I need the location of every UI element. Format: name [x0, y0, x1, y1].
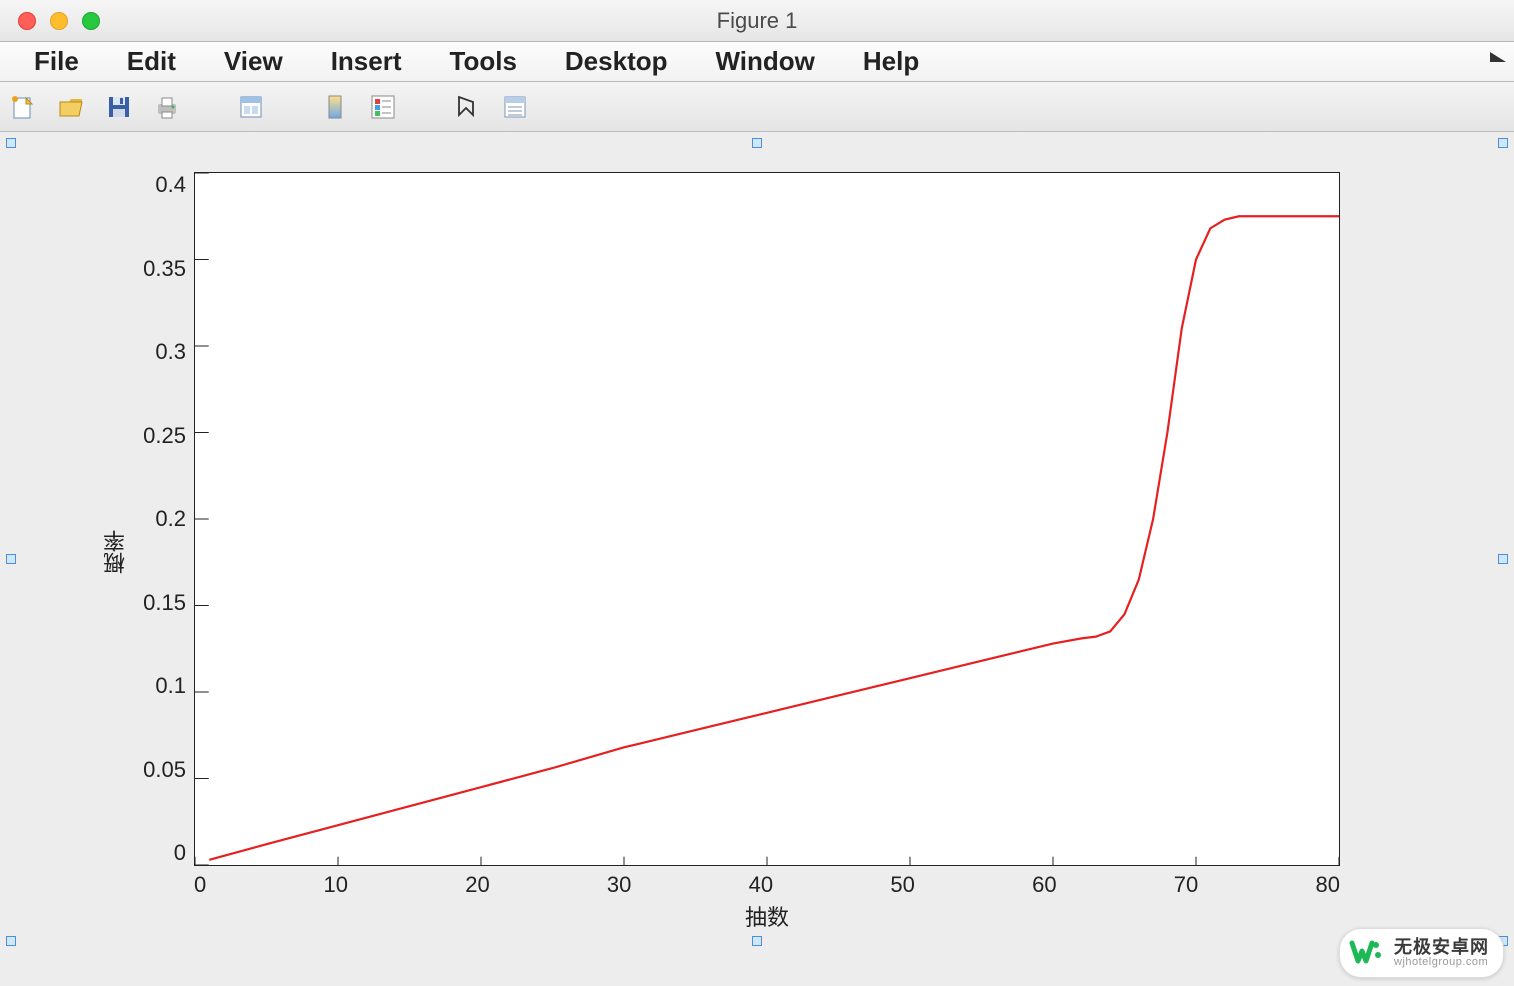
x-tick-labels: 0 10 20 30 40 50 60 70 80 — [194, 866, 1340, 898]
y-tick: 0.25 — [143, 423, 186, 449]
x-tick: 70 — [1174, 872, 1198, 898]
titlebar: Figure 1 — [0, 0, 1514, 42]
save-icon[interactable] — [104, 92, 134, 122]
edit-plot-icon[interactable] — [452, 92, 482, 122]
menu-view[interactable]: View — [200, 46, 307, 77]
x-tick: 20 — [465, 872, 489, 898]
x-tick: 30 — [607, 872, 631, 898]
dock-icon[interactable] — [1486, 50, 1508, 72]
figure-canvas[interactable]: 概率 0.4 0.35 0.3 0.25 0.2 0.15 0.1 0.05 0 0 10 20 30… — [0, 132, 1514, 986]
x-tick: 40 — [749, 872, 773, 898]
x-tick: 50 — [890, 872, 914, 898]
watermark-domain: wjhotelgroup.com — [1394, 957, 1489, 969]
properties-icon[interactable] — [500, 92, 530, 122]
resize-handle-bl[interactable] — [6, 936, 16, 946]
open-file-icon[interactable] — [56, 92, 86, 122]
menu-tools[interactable]: Tools — [426, 46, 541, 77]
window-title: Figure 1 — [0, 8, 1514, 34]
watermark-title: 无极安卓网 — [1394, 938, 1489, 957]
menu-desktop[interactable]: Desktop — [541, 46, 692, 77]
y-tick: 0.2 — [155, 506, 186, 532]
toolbar — [0, 82, 1514, 132]
menu-file[interactable]: File — [10, 46, 103, 77]
print-icon[interactable] — [152, 92, 182, 122]
resize-handle-ml[interactable] — [6, 554, 16, 564]
watermark-badge: 无极安卓网 wjhotelgroup.com — [1339, 928, 1504, 978]
y-tick: 0.05 — [143, 757, 186, 783]
resize-handle-tr[interactable] — [1498, 138, 1508, 148]
y-tick: 0.1 — [155, 673, 186, 699]
menu-insert[interactable]: Insert — [307, 46, 426, 77]
resize-handle-tc[interactable] — [752, 138, 762, 148]
x-tick: 80 — [1316, 872, 1340, 898]
y-tick: 0 — [174, 840, 186, 866]
resize-handle-bc[interactable] — [752, 936, 762, 946]
y-tick: 0.35 — [143, 256, 186, 282]
y-tick-labels: 0.4 0.35 0.3 0.25 0.2 0.15 0.1 0.05 0 — [134, 172, 194, 866]
new-figure-icon[interactable] — [8, 92, 38, 122]
y-tick: 0.4 — [155, 172, 186, 198]
menu-help[interactable]: Help — [839, 46, 943, 77]
x-axis-label: 抽数 — [194, 900, 1340, 932]
y-axis-label: 概率 — [100, 530, 132, 574]
y-tick: 0.3 — [155, 339, 186, 365]
menu-edit[interactable]: Edit — [103, 46, 200, 77]
y-tick: 0.15 — [143, 590, 186, 616]
axes-container: 概率 0.4 0.35 0.3 0.25 0.2 0.15 0.1 0.05 0 0 10 20 30… — [100, 172, 1340, 932]
data-cursor-icon[interactable] — [320, 92, 350, 122]
print-preview-icon[interactable] — [236, 92, 266, 122]
watermark-logo-icon — [1348, 935, 1384, 971]
x-tick: 10 — [323, 872, 347, 898]
x-tick: 0 — [194, 872, 206, 898]
resize-handle-mr[interactable] — [1498, 554, 1508, 564]
resize-handle-tl[interactable] — [6, 138, 16, 148]
menubar: File Edit View Insert Tools Desktop Wind… — [0, 42, 1514, 82]
color-legend-icon[interactable] — [368, 92, 398, 122]
menu-window[interactable]: Window — [691, 46, 838, 77]
x-tick: 60 — [1032, 872, 1056, 898]
plot-area[interactable] — [194, 172, 1340, 866]
